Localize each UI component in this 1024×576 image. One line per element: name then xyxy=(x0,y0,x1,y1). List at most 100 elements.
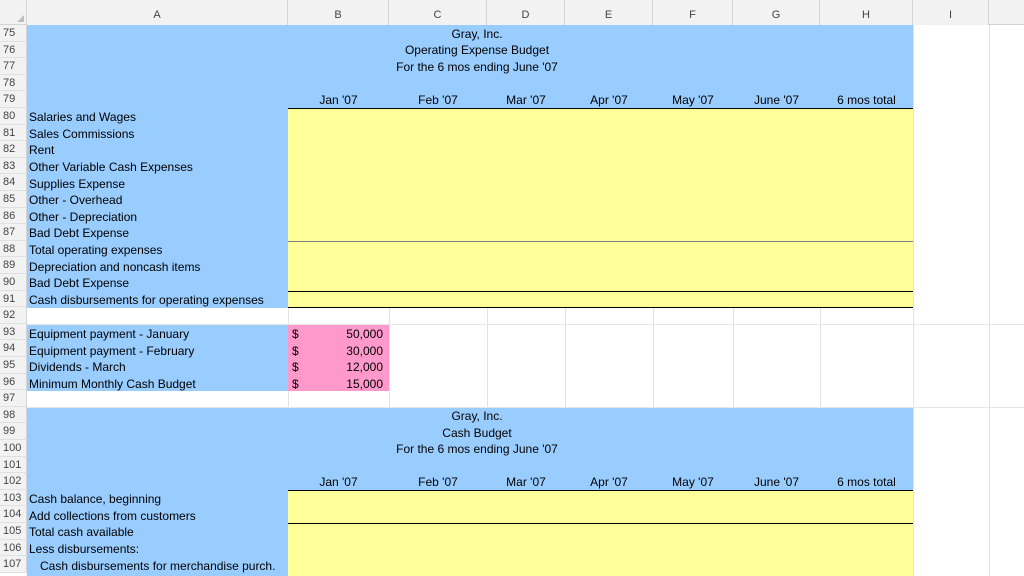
row-header[interactable]: 83 xyxy=(0,157,27,175)
budget2-month-apr: Apr '07 xyxy=(590,475,628,489)
budget2-month-mar: Mar '07 xyxy=(506,475,546,489)
budget2-title: Cash Budget xyxy=(442,426,512,440)
column-header-a[interactable]: A xyxy=(27,0,288,25)
column-header-b[interactable]: B xyxy=(288,0,389,25)
row-label[interactable]: Other - Overhead xyxy=(29,192,122,208)
column-header-i[interactable]: I xyxy=(913,0,989,25)
row-label[interactable]: Bad Debt Expense xyxy=(29,275,129,291)
row-label[interactable]: Total cash available xyxy=(29,524,134,540)
payment-value[interactable]: 30,000 xyxy=(300,343,383,359)
budget2-subtotal-line xyxy=(288,523,913,524)
row-header[interactable]: 93 xyxy=(0,323,27,341)
row-header[interactable]: 100 xyxy=(0,440,27,457)
budget1-company: Gray, Inc. xyxy=(451,27,503,41)
row-header[interactable]: 77 xyxy=(0,58,27,75)
row-label[interactable]: Supplies Expense xyxy=(29,176,125,192)
budget1-month-mar: Mar '07 xyxy=(506,93,546,107)
select-all-corner[interactable] xyxy=(0,0,27,25)
column-header-e[interactable]: E xyxy=(565,0,653,25)
column-header-f[interactable]: F xyxy=(653,0,733,25)
payment-value[interactable]: 50,000 xyxy=(300,326,383,342)
budget2-month-may: May '07 xyxy=(672,475,714,489)
row-label[interactable]: Sales Commissions xyxy=(29,126,134,142)
row-label[interactable]: Less disbursements: xyxy=(29,541,139,557)
budget2-period: For the 6 mos ending June '07 xyxy=(396,442,558,456)
row-header[interactable]: 91 xyxy=(0,290,27,308)
row-header[interactable]: 105 xyxy=(0,523,27,540)
row-header[interactable]: 107 xyxy=(0,556,27,573)
row-label[interactable]: Bad Debt Expense xyxy=(29,225,129,241)
row-header[interactable]: 86 xyxy=(0,207,27,225)
row-header[interactable]: 85 xyxy=(0,191,27,208)
row-label[interactable]: Other - Depreciation xyxy=(29,209,137,225)
payment-label[interactable]: Equipment payment - February xyxy=(29,343,194,359)
row-header[interactable]: 87 xyxy=(0,224,27,241)
row-header[interactable]: 90 xyxy=(0,274,27,291)
row-header[interactable]: 92 xyxy=(0,307,27,324)
budget1-header-underline xyxy=(288,108,913,109)
row-header[interactable]: 78 xyxy=(0,74,27,92)
row-header[interactable]: 80 xyxy=(0,108,27,125)
gridline xyxy=(989,25,990,576)
column-header-g[interactable]: G xyxy=(733,0,820,25)
column-header-h[interactable]: H xyxy=(820,0,913,25)
row-header[interactable]: 95 xyxy=(0,357,27,374)
row-header[interactable]: 82 xyxy=(0,141,27,158)
budget2-header-underline xyxy=(288,490,913,491)
column-header-c[interactable]: C xyxy=(389,0,487,25)
row-header[interactable]: 103 xyxy=(0,489,27,507)
budget1-month-apr: Apr '07 xyxy=(590,93,628,107)
budget2-input-block[interactable] xyxy=(288,490,913,576)
budget1-month-jan: Jan '07 xyxy=(319,93,358,107)
gridline xyxy=(27,324,1024,325)
row-label[interactable]: Other Variable Cash Expenses xyxy=(29,159,193,175)
budget1-month-feb: Feb '07 xyxy=(418,93,458,107)
budget2-month-total: 6 mos total xyxy=(837,475,896,489)
budget1-total-line-top xyxy=(288,291,913,292)
currency-symbol: $ xyxy=(292,360,299,374)
budget1-total-line-bottom xyxy=(288,307,913,308)
row-label[interactable]: Cash balance, beginning xyxy=(29,491,161,507)
budget2-month-june: June '07 xyxy=(754,475,799,489)
row-label[interactable]: Add collections from customers xyxy=(29,508,196,524)
currency-symbol: $ xyxy=(292,344,299,358)
row-label[interactable]: Cash disbursements for operating expense… xyxy=(29,292,264,308)
row-header[interactable]: 106 xyxy=(0,539,27,557)
currency-symbol: $ xyxy=(292,327,299,341)
row-header[interactable]: 94 xyxy=(0,340,27,357)
row-header[interactable]: 97 xyxy=(0,390,27,407)
row-header[interactable]: 81 xyxy=(0,124,27,142)
payment-label[interactable]: Minimum Monthly Cash Budget xyxy=(29,376,196,392)
row-header[interactable]: 79 xyxy=(0,91,27,108)
row-header[interactable]: 102 xyxy=(0,473,27,490)
row-header[interactable]: 104 xyxy=(0,506,27,523)
budget2-month-feb: Feb '07 xyxy=(418,475,458,489)
gridline xyxy=(913,25,914,576)
payment-label[interactable]: Equipment payment - January xyxy=(29,326,189,342)
row-header[interactable]: 88 xyxy=(0,240,27,258)
row-label[interactable]: Salaries and Wages xyxy=(29,109,136,125)
budget2-company: Gray, Inc. xyxy=(451,409,503,423)
budget1-input-block[interactable] xyxy=(288,108,913,308)
row-label[interactable]: Total operating expenses xyxy=(29,242,162,258)
budget1-month-total: 6 mos total xyxy=(837,93,896,107)
payment-value[interactable]: 15,000 xyxy=(300,376,383,392)
payment-value[interactable]: 12,000 xyxy=(300,359,383,375)
budget1-subtotal-line xyxy=(288,241,913,242)
row-header[interactable]: 89 xyxy=(0,257,27,274)
currency-symbol: $ xyxy=(292,377,299,391)
row-header[interactable]: 84 xyxy=(0,174,27,191)
row-header[interactable]: 98 xyxy=(0,406,27,424)
row-label[interactable]: Depreciation and noncash items xyxy=(29,259,200,275)
row-label[interactable]: Cash disbursements for merchandise purch… xyxy=(40,558,275,574)
row-header[interactable]: 99 xyxy=(0,423,27,440)
budget1-month-may: May '07 xyxy=(672,93,714,107)
payment-label[interactable]: Dividends - March xyxy=(29,359,126,375)
budget1-month-june: June '07 xyxy=(754,93,799,107)
column-header-d[interactable]: D xyxy=(487,0,565,25)
row-header[interactable]: 75 xyxy=(0,25,27,42)
row-label[interactable]: Rent xyxy=(29,142,54,158)
row-header[interactable]: 76 xyxy=(0,41,27,59)
row-header[interactable]: 101 xyxy=(0,456,27,474)
row-header[interactable]: 96 xyxy=(0,373,27,391)
